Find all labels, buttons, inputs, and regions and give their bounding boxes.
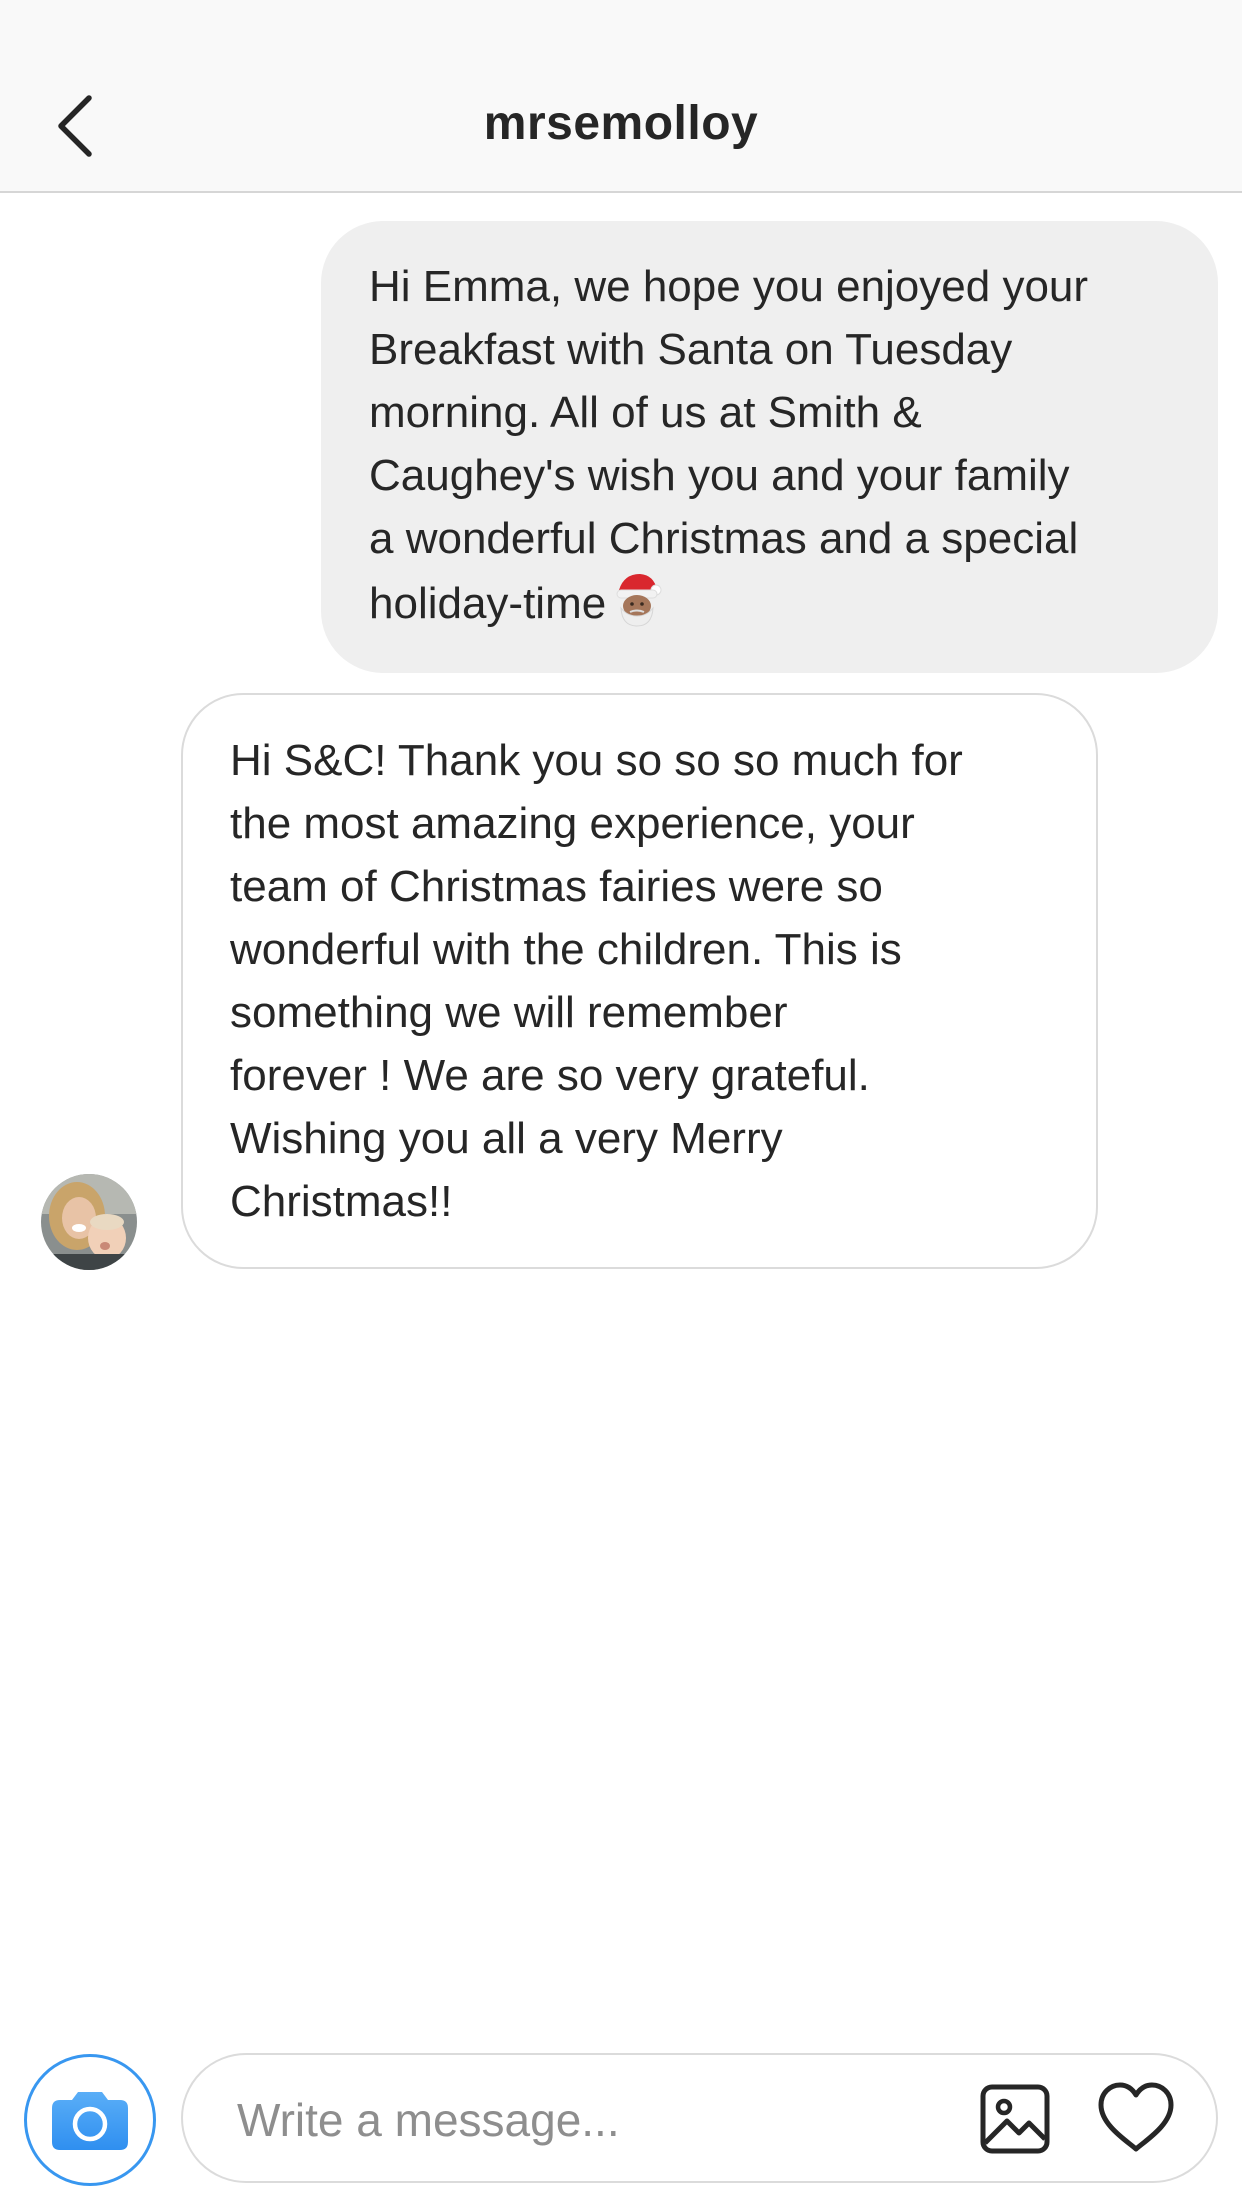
message-input[interactable] [235, 2081, 939, 2159]
heart-icon [1098, 2082, 1174, 2152]
conversation-header: mrsemolloy [0, 0, 1242, 193]
direct-message-screen: mrsemolloy Hi Emma, we hope you enjoyed … [0, 0, 1242, 2208]
conversation-title[interactable]: mrsemolloy [0, 96, 1242, 151]
profile-photo [41, 1174, 137, 1270]
like-button[interactable] [1097, 2081, 1175, 2155]
incoming-message-text: Hi S&C! Thank you so so so much for the … [230, 736, 963, 1226]
santa-emoji-icon [616, 574, 662, 627]
gallery-button[interactable] [979, 2083, 1051, 2155]
camera-icon [52, 2092, 128, 2150]
incoming-message-bubble[interactable]: Hi S&C! Thank you so so so much for the … [181, 693, 1098, 1269]
message-composer [181, 2053, 1218, 2183]
camera-button[interactable] [24, 2054, 156, 2186]
outgoing-message-text: Hi Emma, we hope you enjoyed your Breakf… [369, 262, 1089, 628]
avatar[interactable] [41, 1174, 137, 1270]
image-gallery-icon [980, 2084, 1050, 2154]
outgoing-message-bubble[interactable]: Hi Emma, we hope you enjoyed your Breakf… [321, 221, 1218, 673]
